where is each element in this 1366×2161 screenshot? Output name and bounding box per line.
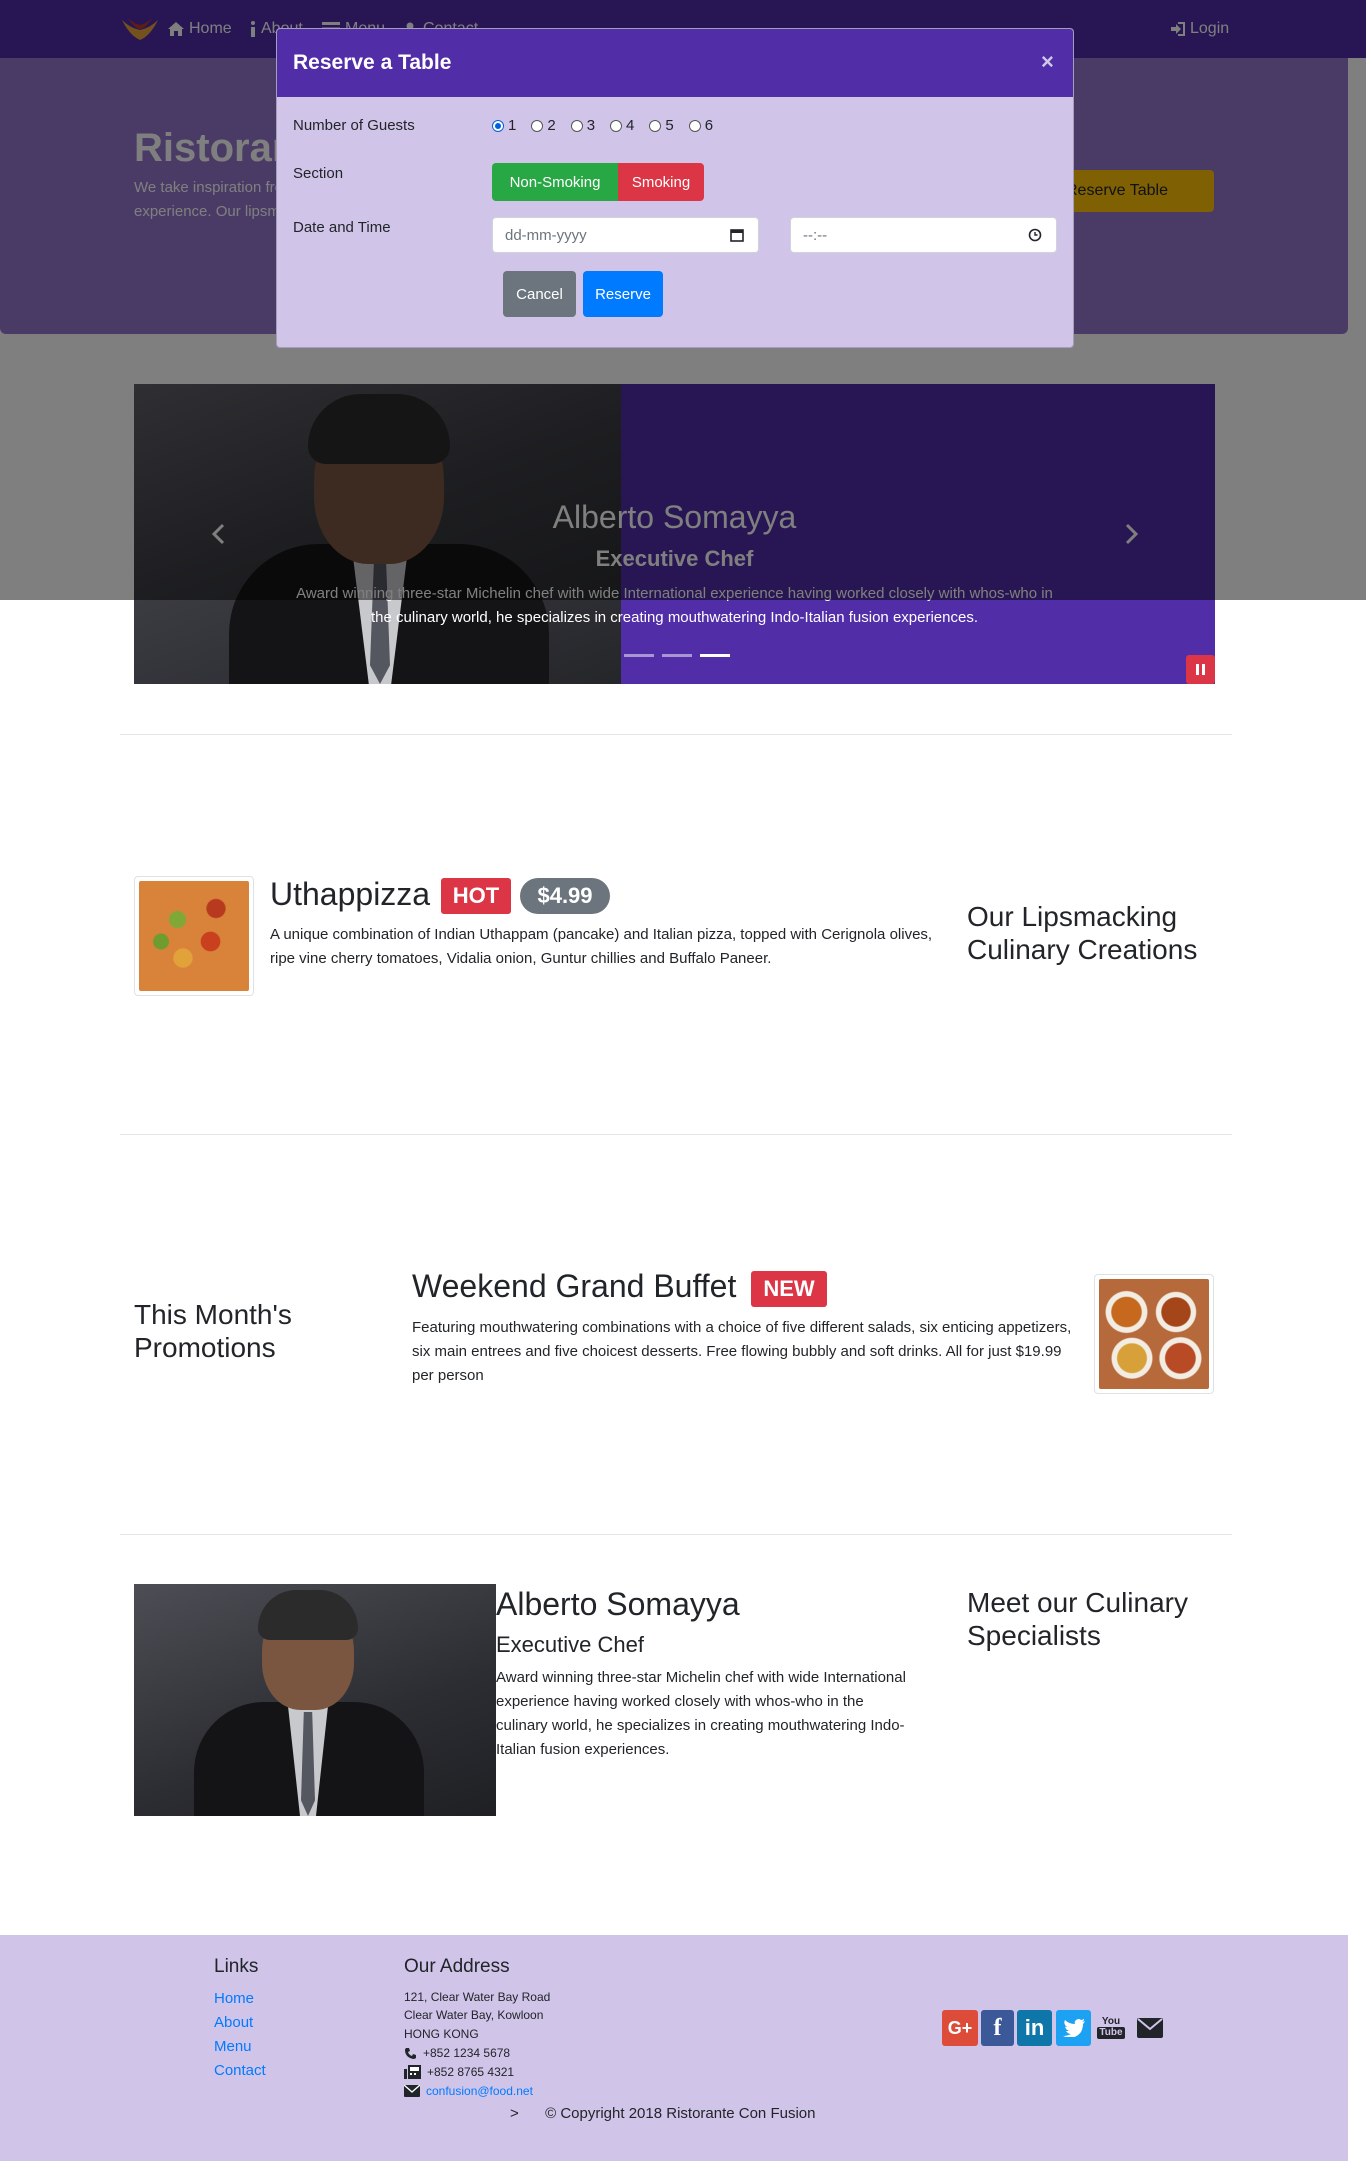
footer bbox=[0, 1935, 1348, 2161]
address-line: HONG KONG bbox=[404, 2027, 479, 2041]
envelope-icon bbox=[404, 2085, 420, 2097]
fax-icon bbox=[404, 2065, 421, 2079]
radio-button[interactable] bbox=[649, 119, 662, 132]
leader-photo bbox=[134, 1584, 496, 1816]
address-heading: Our Address bbox=[404, 1956, 510, 1977]
links-heading: Links bbox=[214, 1956, 259, 1977]
promotions-heading: This Month's Promotions bbox=[134, 1299, 292, 1363]
datetime-label: Date and Time bbox=[293, 219, 391, 236]
guest-option[interactable]: 3 bbox=[570, 117, 595, 134]
section-divider bbox=[120, 1534, 1232, 1535]
leader-description: Award winning three-star Michelin chef w… bbox=[496, 1669, 906, 1758]
clock-icon[interactable] bbox=[1028, 228, 1042, 242]
modal-close-button[interactable]: × bbox=[1041, 49, 1054, 75]
fax-number: +852 8765 4321 bbox=[427, 2065, 515, 2079]
guest-option[interactable]: 2 bbox=[531, 117, 556, 134]
radio-button[interactable] bbox=[688, 119, 701, 132]
guest-option[interactable]: 4 bbox=[610, 117, 634, 134]
modal-title: Reserve a Table bbox=[293, 51, 452, 74]
section-divider bbox=[120, 734, 1232, 735]
fax-row: +852 8765 4321 bbox=[404, 2065, 514, 2079]
carousel-pause-button[interactable] bbox=[1186, 655, 1215, 684]
guests-radio-group: 1 2 3 4 5 6 bbox=[492, 117, 713, 134]
calendar-icon[interactable] bbox=[730, 228, 744, 242]
promotion-name: Weekend Grand Buffet bbox=[412, 1268, 737, 1304]
cancel-button[interactable]: Cancel bbox=[503, 271, 576, 317]
carousel-indicators bbox=[624, 654, 730, 657]
dish-image bbox=[134, 876, 254, 996]
google-plus-icon[interactable]: G+ bbox=[942, 2010, 978, 2046]
guest-option[interactable]: 5 bbox=[649, 117, 674, 134]
non-smoking-button[interactable]: Non-Smoking bbox=[492, 163, 618, 201]
address-line: Clear Water Bay, Kowloon bbox=[404, 2008, 544, 2022]
guest-option[interactable]: 1 bbox=[492, 117, 516, 134]
reserve-button[interactable]: Reserve bbox=[583, 271, 663, 317]
email-link[interactable]: confusion@food.net bbox=[426, 2084, 533, 2098]
radio-button[interactable] bbox=[610, 119, 623, 132]
copyright-text: © Copyright 2018 Ristorante Con Fusion bbox=[545, 2105, 816, 2122]
new-badge: NEW bbox=[751, 1271, 827, 1307]
carousel-indicator[interactable] bbox=[662, 654, 692, 657]
radio-button-checked[interactable] bbox=[492, 119, 504, 132]
leaders-heading: Meet our Culinary Specialists bbox=[967, 1587, 1188, 1651]
guests-label: Number of Guests bbox=[293, 117, 415, 134]
leader-name: Alberto Somayya bbox=[496, 1586, 740, 1622]
modal-header: Reserve a Table × bbox=[277, 29, 1073, 97]
twitter-icon[interactable] bbox=[1056, 2010, 1091, 2046]
radio-button[interactable] bbox=[531, 119, 544, 132]
youtube-icon[interactable]: You Tube bbox=[1096, 2010, 1126, 2046]
phone-number: +852 1234 5678 bbox=[423, 2046, 511, 2060]
envelope-icon[interactable] bbox=[1136, 2010, 1164, 2046]
radio-button[interactable] bbox=[570, 119, 583, 132]
time-input[interactable]: --:-- bbox=[790, 217, 1057, 253]
copyright-prefix: > bbox=[510, 2105, 519, 2122]
smoking-button[interactable]: Smoking bbox=[618, 163, 704, 201]
phone-icon bbox=[405, 2047, 416, 2059]
time-placeholder: --:-- bbox=[803, 226, 828, 244]
dish-name: Uthappizza bbox=[270, 876, 431, 912]
pause-icon bbox=[1196, 664, 1205, 675]
guest-option[interactable]: 6 bbox=[688, 117, 713, 134]
phone-row: +852 1234 5678 bbox=[404, 2046, 510, 2060]
footer-link-contact[interactable]: Contact bbox=[214, 2062, 266, 2079]
promotion-description: Featuring mouthwatering combinations wit… bbox=[412, 1319, 1072, 1384]
dish-description: A unique combination of Indian Uthappam … bbox=[270, 926, 933, 967]
address-line: 121, Clear Water Bay Road bbox=[404, 1990, 551, 2004]
leader-designation: Executive Chef bbox=[496, 1632, 644, 1657]
section-label: Section bbox=[293, 165, 344, 182]
hot-badge: HOT bbox=[441, 878, 511, 914]
carousel-indicator[interactable] bbox=[624, 654, 654, 657]
footer-link-home[interactable]: Home bbox=[214, 1990, 254, 2007]
footer-link-menu[interactable]: Menu bbox=[214, 2038, 252, 2055]
facebook-icon[interactable]: f bbox=[981, 2010, 1014, 2046]
price-badge: $4.99 bbox=[520, 878, 610, 914]
date-placeholder: dd-mm-yyyy bbox=[505, 226, 587, 244]
date-input[interactable]: dd-mm-yyyy bbox=[492, 217, 759, 253]
copyright: > © Copyright 2018 Ristorante Con Fusion bbox=[510, 2105, 815, 2122]
linkedin-icon[interactable]: in bbox=[1017, 2010, 1052, 2046]
email-row: confusion@food.net bbox=[404, 2084, 533, 2098]
promotion-image bbox=[1094, 1274, 1214, 1394]
dishes-heading: Our Lipsmacking Culinary Creations bbox=[967, 901, 1198, 965]
carousel-indicator-active[interactable] bbox=[700, 654, 730, 657]
section-divider bbox=[120, 1134, 1232, 1135]
reserve-table-modal: Reserve a Table × Number of Guests 1 2 3… bbox=[276, 28, 1074, 348]
footer-link-about[interactable]: About bbox=[214, 2014, 253, 2031]
